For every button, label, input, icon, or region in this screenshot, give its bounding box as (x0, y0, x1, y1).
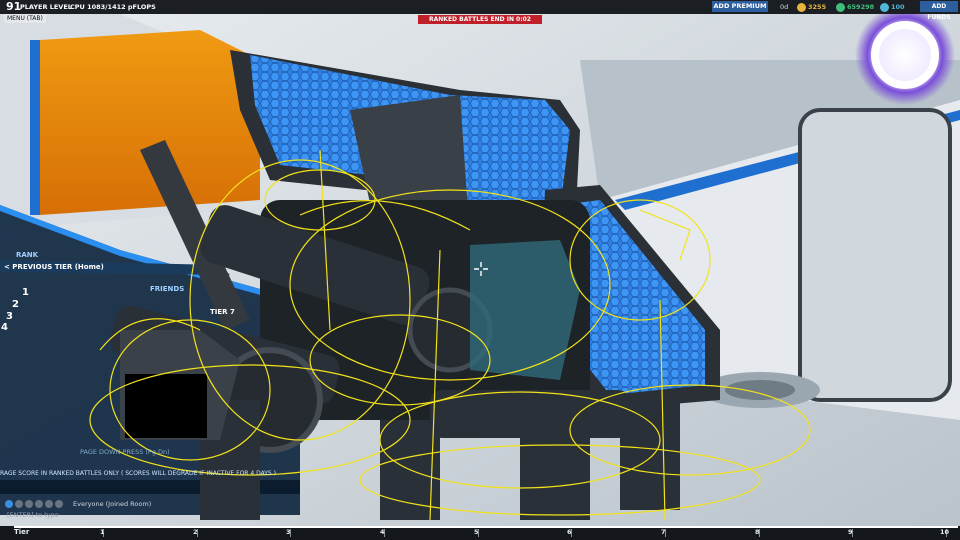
chat-input[interactable]: [ENTER] to type (7, 511, 59, 519)
tier-tick: 10 (940, 528, 950, 536)
leaderboard-row: 2 (12, 299, 19, 310)
top-hud: 91 PLAYER LEVEL CPU 1083/1412 pFLOPS ADD… (0, 0, 960, 21)
chat-channel-icon[interactable] (35, 500, 43, 508)
chat-channel-icon[interactable] (45, 500, 53, 508)
menu-button[interactable]: MENU (TAB) (4, 14, 46, 23)
tier-progress-track (14, 526, 958, 528)
tier-tick: 3 (286, 528, 291, 536)
leaderboard-panel: RANK < PREVIOUS TIER (Home) FRIENDS TIER… (0, 205, 300, 505)
tier-tick: 8 (755, 528, 760, 536)
leaderboard-row: 3 (6, 311, 13, 322)
chat-channel-label: Everyone (Joined Room) (73, 500, 152, 508)
tier-tick: 1 (100, 528, 105, 536)
tier-bar: Tier 1 2 3 4 5 6 7 8 9 10 (0, 526, 960, 540)
robits-icon (797, 2, 806, 12)
tab-friends[interactable]: FRIENDS (150, 285, 184, 293)
chat-channel-icon[interactable] (5, 500, 13, 508)
crosshair-icon (474, 262, 488, 276)
tier-tick: 2 (193, 528, 198, 536)
cosmetic-credits-counter: 100 (880, 1, 905, 13)
tier-bar-label: Tier (14, 528, 30, 536)
tech-points-icon (836, 2, 845, 12)
tier-tick: 9 (848, 528, 853, 536)
chat-channel-icon[interactable] (15, 500, 23, 508)
cosmetic-credits-icon (880, 2, 889, 12)
cosmetic-credits-value: 100 (891, 3, 905, 11)
chat-box[interactable]: Everyone (Joined Room) [ENTER] to type (3, 498, 193, 520)
tech-points-value: 659298 (847, 3, 875, 11)
chat-channel-icon[interactable] (55, 500, 63, 508)
tier-tick: 7 (661, 528, 666, 536)
premium-days: 0d (780, 3, 789, 11)
leaderboard-row: 1 (22, 287, 29, 298)
robits-counter: 3255 (797, 1, 826, 13)
tech-points-counter: 659298 (836, 1, 874, 13)
tier-tick: 4 (380, 528, 385, 536)
add-premium-button[interactable]: ADD PREMIUM (712, 1, 768, 12)
cpu-readout: CPU 1083/1412 pFLOPS (70, 3, 156, 11)
player-level-label: PLAYER LEVEL (20, 3, 72, 11)
tab-rank[interactable]: RANK (16, 251, 38, 259)
leaderboard-row: 4 (1, 322, 8, 333)
page-down-hint: PAGE DOWN PRESS (Pg Dn) (80, 448, 170, 456)
previous-tier-button[interactable]: < PREVIOUS TIER (Home) (4, 263, 104, 271)
tier-tick: 5 (474, 528, 479, 536)
ranked-countdown: RANKED BATTLES END IN 0:02 (418, 15, 542, 24)
chat-channel-icon[interactable] (25, 500, 33, 508)
average-score-note: RAGE SCORE IN RANKED BATTLES ONLY ( SCOR… (0, 470, 276, 477)
tier-tick: 6 (567, 528, 572, 536)
robits-value: 3255 (808, 3, 827, 11)
tier-label: TIER 7 (210, 308, 235, 316)
add-funds-button[interactable]: ADD FUNDS (920, 1, 958, 21)
